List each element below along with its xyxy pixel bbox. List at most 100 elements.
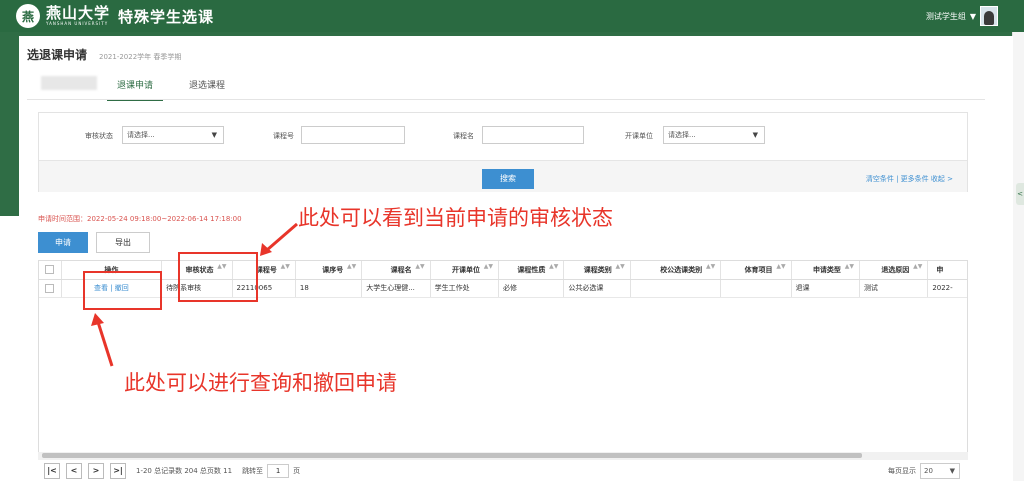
column-header[interactable]: 申请类型 ▲▼ — [791, 261, 860, 280]
select-all-cell[interactable] — [39, 261, 62, 280]
course-no-input[interactable] — [301, 126, 405, 144]
dept-select[interactable]: 请选择... ▼ — [663, 126, 765, 144]
university-logo-icon: 燕 — [16, 4, 40, 28]
avatar[interactable] — [980, 6, 998, 26]
page-unit-label: 页 — [293, 467, 301, 475]
page-size-select[interactable]: 20 ▼ — [920, 463, 960, 479]
next-page-button[interactable]: > — [88, 463, 104, 479]
dept-select-value: 请选择... — [668, 131, 696, 139]
top-navigation-bar: 燕 燕山大学 YANSHAN UNIVERSITY 特殊学生选课 测试学生组 ▼ — [0, 0, 1024, 32]
sport-cell — [720, 279, 792, 298]
export-button[interactable]: 导出 — [96, 232, 150, 253]
filter-footer: 搜索 清空条件 | 更多条件 收起 > — [39, 160, 967, 192]
sort-icon[interactable]: ▲▼ — [615, 264, 624, 270]
page-term: 2021-2022学年 春季学期 — [99, 53, 182, 61]
column-header[interactable]: 校公选课类别 ▲▼ — [630, 261, 722, 280]
column-header[interactable]: 体育项目 ▲▼ — [720, 261, 792, 280]
operation-highlight-box — [83, 271, 162, 310]
page-title: 选退课申请 — [27, 48, 88, 62]
sort-icon[interactable]: ▲▼ — [706, 264, 715, 270]
course-name-cell: 大学生心理健... — [361, 279, 431, 298]
brand-chinese-name: 燕山大学 — [46, 4, 111, 22]
table-horizontal-scrollbar[interactable] — [38, 452, 968, 460]
person-icon — [984, 11, 994, 25]
column-header[interactable]: 开课单位 ▲▼ — [430, 261, 499, 280]
page-size-control: 每页显示 20 ▼ — [888, 463, 960, 479]
tab-withdrawn-courses[interactable]: 退选课程 — [189, 78, 225, 101]
course-name-label: 课程名 — [453, 132, 474, 140]
sort-icon[interactable]: ▲▼ — [776, 264, 785, 270]
page-jump-input[interactable]: 1 — [267, 464, 290, 478]
blurred-student-info — [41, 76, 97, 90]
column-header-label: 申请类型 — [812, 265, 841, 274]
column-header-label: 开课单位 — [451, 265, 480, 274]
operation-annotation: 此处可以进行查询和撤回申请 — [124, 371, 397, 395]
reason-cell: 测试 — [859, 279, 929, 298]
sort-icon[interactable]: ▲▼ — [415, 264, 424, 270]
apply-date-range: 申请时间范围：2022-05-24 09:18:00~2022-06-14 17… — [38, 215, 242, 223]
pagination-bar: |< < > >| 1-20 总记录数 204 总页数 11 跳转至 1 页 每… — [38, 461, 968, 481]
row-select-cell[interactable] — [39, 279, 62, 298]
select-all-checkbox[interactable] — [45, 265, 55, 275]
sort-icon[interactable]: ▲▼ — [845, 264, 854, 270]
app-title: 特殊学生选课 — [118, 7, 215, 26]
tab-bar: 退课申请 退选课程 — [107, 78, 225, 101]
column-header-label: 课序号 — [322, 265, 344, 274]
brand-english-name: YANSHAN UNIVERSITY — [46, 21, 109, 26]
column-header-label: 体育项目 — [744, 265, 773, 274]
prev-page-button[interactable]: < — [66, 463, 82, 479]
chevron-down-icon[interactable]: ▼ — [970, 12, 976, 21]
column-header-label: 课程名 — [390, 265, 412, 274]
column-header[interactable]: 课程类别 ▲▼ — [563, 261, 631, 280]
tab-withdraw-apply[interactable]: 退课申请 — [107, 78, 164, 101]
first-page-button[interactable]: |< — [44, 463, 60, 479]
apply-type-cell: 退课 — [791, 279, 860, 298]
row-checkbox[interactable] — [45, 283, 55, 293]
filter-panel: 审核状态 请选择... ▼ 课程号 课程名 开课单位 请选择... ▼ 搜索 清… — [38, 112, 968, 192]
course-no-label: 课程号 — [273, 132, 294, 140]
page-size-value: 20 — [924, 467, 933, 475]
tab-divider — [27, 99, 985, 100]
status-highlight-box — [178, 252, 258, 302]
user-name[interactable]: 测试学生组 — [926, 11, 966, 22]
column-header-label: 退选原因 — [881, 265, 910, 274]
page-size-label: 每页显示 — [888, 467, 916, 475]
column-header[interactable]: 课序号 ▲▼ — [295, 261, 363, 280]
column-header-label: 课程性质 — [517, 265, 546, 274]
status-annotation: 此处可以看到当前申请的审核状态 — [298, 206, 613, 230]
sort-icon[interactable]: ▲▼ — [347, 264, 356, 270]
nature-cell: 必修 — [498, 279, 565, 298]
chevron-down-icon: ▼ — [949, 467, 955, 475]
scrollbar-thumb[interactable] — [42, 453, 862, 458]
column-header-label: 课程号 — [255, 265, 277, 274]
column-header[interactable]: 申 — [927, 261, 967, 280]
sort-icon[interactable]: ▲▼ — [484, 264, 493, 270]
status-select-value: 请选择... — [127, 131, 155, 139]
status-select[interactable]: 请选择... ▼ — [122, 126, 224, 144]
column-header[interactable]: 课程名 ▲▼ — [361, 261, 431, 280]
filter-links[interactable]: 清空条件 | 更多条件 收起 > — [866, 174, 953, 184]
apply-button[interactable]: 申请 — [38, 232, 88, 253]
main-panel: 选退课申请 2021-2022学年 春季学期 退课申请 退选课程 审核状态 请选… — [19, 36, 1013, 481]
jump-label: 跳转至 — [242, 467, 264, 475]
seq-no-cell: 18 — [295, 279, 363, 298]
last-page-button[interactable]: >| — [110, 463, 126, 479]
sort-icon[interactable]: ▲▼ — [281, 264, 290, 270]
dept-filter-label: 开课单位 — [625, 132, 653, 140]
column-header[interactable]: 课程性质 ▲▼ — [498, 261, 565, 280]
page-scrollbar[interactable] — [1012, 32, 1024, 481]
sort-icon[interactable]: ▲▼ — [549, 264, 558, 270]
apply-time-cell: 2022- — [927, 279, 967, 298]
filter-row: 审核状态 请选择... ▼ 课程号 课程名 开课单位 请选择... ▼ — [39, 125, 967, 147]
search-button[interactable]: 搜索 — [482, 169, 534, 189]
side-collapse-tab[interactable]: < — [1016, 183, 1024, 205]
public-category-cell — [630, 279, 722, 298]
column-header-label: 校公选课类别 — [660, 265, 703, 274]
page-header: 选退课申请 2021-2022学年 春季学期 — [27, 46, 181, 63]
university-brand: 燕山大学 YANSHAN UNIVERSITY — [46, 6, 110, 26]
course-name-input[interactable] — [482, 126, 584, 144]
user-menu[interactable]: 测试学生组 ▼ — [926, 6, 998, 26]
column-header[interactable]: 退选原因 ▲▼ — [859, 261, 929, 280]
chevron-down-icon: ▼ — [752, 131, 758, 139]
sort-icon[interactable]: ▲▼ — [913, 264, 922, 270]
